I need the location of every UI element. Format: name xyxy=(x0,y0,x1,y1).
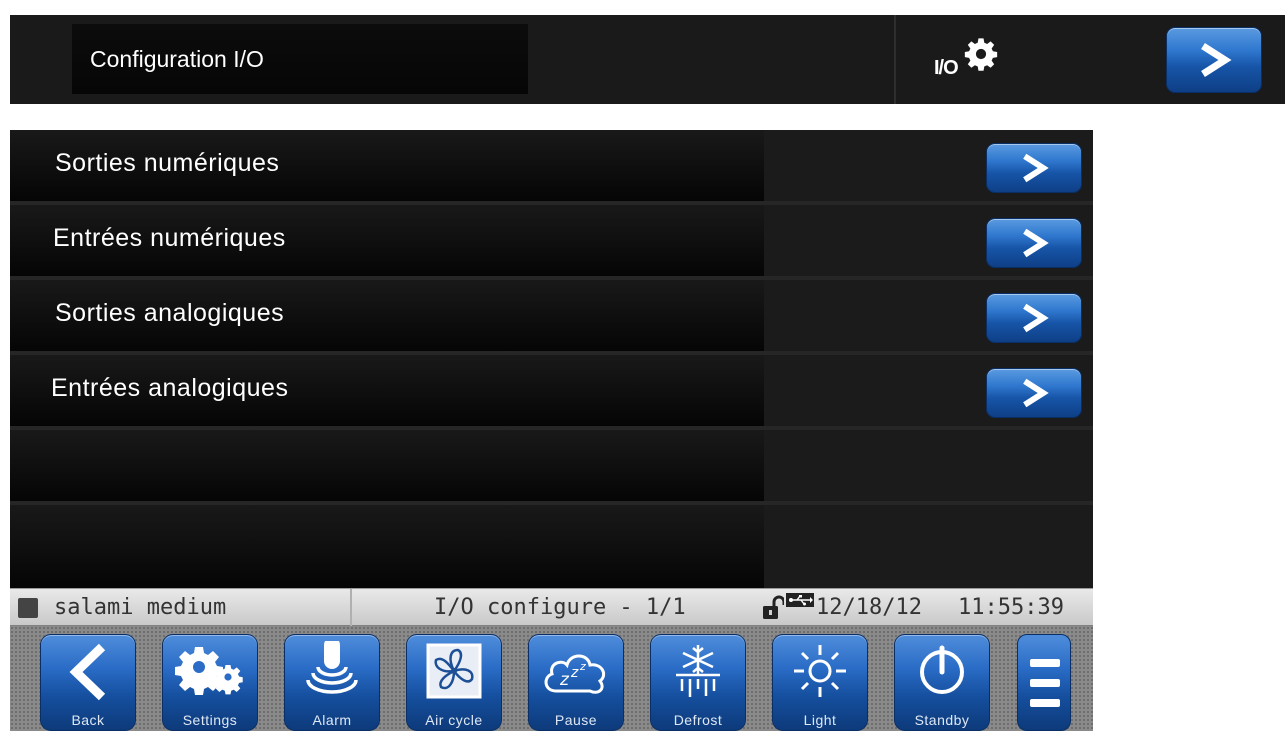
menu-item-label: Entrées numériques xyxy=(53,224,286,252)
back-arrow-icon xyxy=(69,643,106,701)
menu-panel: Sorties numériques Entrées numériques So… xyxy=(10,130,1093,588)
status-time: 11:55:39 xyxy=(958,595,1064,620)
chevron-right-icon xyxy=(1023,378,1049,408)
menu-button[interactable] xyxy=(1017,634,1071,731)
pause-label: Pause xyxy=(554,712,598,728)
recipe-name: salami medium xyxy=(54,595,227,620)
menu-empty-row xyxy=(10,505,1093,588)
pause-button[interactable]: z z z Pause xyxy=(528,634,624,731)
header-bar: Configuration I/O I/O xyxy=(10,15,1285,104)
open-entrees-numeriques-button[interactable] xyxy=(986,218,1082,268)
svg-text:z: z xyxy=(559,670,570,690)
recipe-indicator xyxy=(18,598,38,618)
chevron-right-icon xyxy=(1023,303,1049,333)
row-background xyxy=(10,505,764,588)
light-button[interactable]: Light xyxy=(772,634,868,731)
chevron-right-icon xyxy=(1023,153,1049,183)
lock-open-icon xyxy=(763,595,784,619)
status-bar: salami medium I/O configure - 1/1 12/18/… xyxy=(10,588,1093,626)
light-icon xyxy=(794,645,846,697)
fan-icon xyxy=(426,643,482,699)
chevron-right-icon xyxy=(1023,228,1049,258)
menu-empty-row xyxy=(10,430,1093,505)
menu-item-entrees-numeriques[interactable]: Entrées numériques xyxy=(10,205,1093,280)
menu-item-sorties-analogiques[interactable]: Sorties analogiques xyxy=(10,280,1093,355)
io-settings-icon: I/O xyxy=(934,37,1014,87)
header-next-button[interactable] xyxy=(1166,27,1262,93)
standby-button[interactable]: Standby xyxy=(894,634,990,731)
page-title-box: Configuration I/O xyxy=(72,24,528,94)
defrost-label: Defrost xyxy=(673,712,723,728)
header-divider xyxy=(894,15,896,104)
status-date: 12/18/12 xyxy=(816,595,922,620)
alarm-label: Alarm xyxy=(312,712,352,728)
settings-button[interactable]: Settings xyxy=(162,634,258,731)
power-icon xyxy=(920,645,964,694)
open-sorties-analogiques-button[interactable] xyxy=(986,293,1082,343)
gears-icon xyxy=(175,647,243,695)
gear-icon xyxy=(964,38,998,71)
air-cycle-label: Air cycle xyxy=(425,712,483,728)
svg-text:z: z xyxy=(579,660,586,673)
standby-label: Standby xyxy=(914,712,970,728)
function-toolbar: Back Settings Alarm Air cycle z z z Paus… xyxy=(10,626,1093,731)
menu-item-entrees-analogiques[interactable]: Entrées analogiques xyxy=(10,355,1093,430)
status-divider xyxy=(350,589,352,626)
row-background xyxy=(10,430,764,501)
menu-item-sorties-numeriques[interactable]: Sorties numériques xyxy=(10,130,1093,205)
open-sorties-numeriques-button[interactable] xyxy=(986,143,1082,193)
light-label: Light xyxy=(803,712,837,728)
back-label: Back xyxy=(71,712,105,728)
back-button[interactable]: Back xyxy=(40,634,136,731)
defrost-button[interactable]: Defrost xyxy=(650,634,746,731)
alarm-bell-icon xyxy=(306,641,358,694)
page-title: Configuration I/O xyxy=(90,46,264,72)
page-indicator: I/O configure - 1/1 xyxy=(434,595,686,620)
alarm-button[interactable]: Alarm xyxy=(284,634,380,731)
chevron-right-icon xyxy=(1201,43,1232,77)
defrost-icon xyxy=(676,645,720,697)
air-cycle-button[interactable]: Air cycle xyxy=(406,634,502,731)
svg-text:z: z xyxy=(570,665,579,681)
io-icon-text: I/O xyxy=(934,57,959,79)
menu-item-label: Sorties numériques xyxy=(55,149,280,177)
menu-item-label: Entrées analogiques xyxy=(51,374,289,402)
usb-icon xyxy=(786,593,814,607)
settings-label: Settings xyxy=(182,712,238,728)
sleep-cloud-icon: z z z xyxy=(544,654,606,694)
open-entrees-analogiques-button[interactable] xyxy=(986,368,1082,418)
menu-item-label: Sorties analogiques xyxy=(55,299,285,327)
